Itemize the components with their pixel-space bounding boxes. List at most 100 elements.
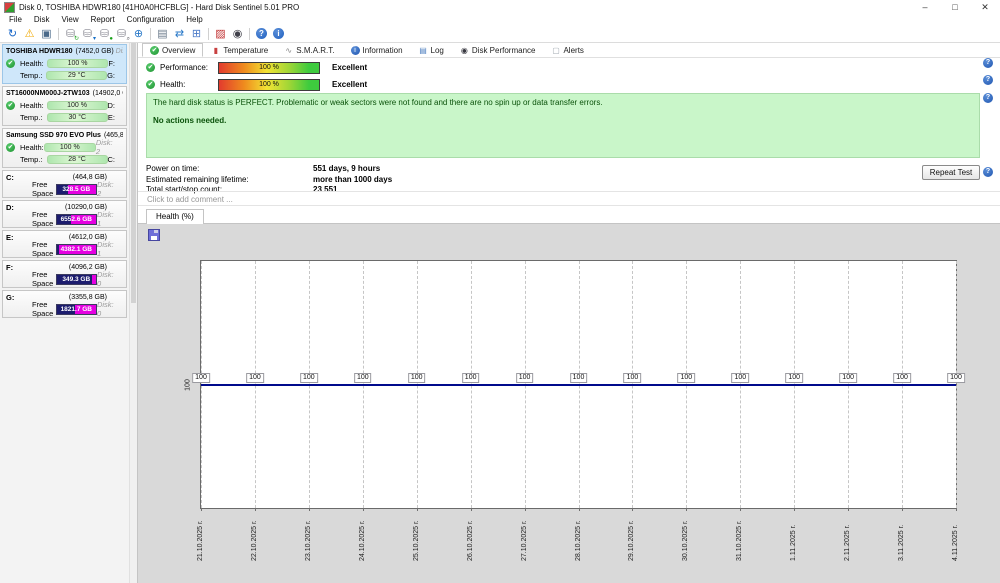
x-axis-date-label: 23.10.2025 г. [305, 513, 313, 561]
health-chart-panel: 10010021.10.2025 г.10022.10.2025 г.10023… [138, 223, 1000, 583]
save-chart-icon[interactable] [148, 229, 160, 241]
menu-item-disk[interactable]: Disk [28, 15, 56, 24]
drive-letter: G: [107, 71, 123, 80]
data-point-label: 100 [678, 373, 696, 383]
disk-test-icon[interactable]: ⛁↻ [62, 26, 79, 41]
free-space-bar: 1821.7 GB [56, 304, 97, 315]
tab-information[interactable]: i Information [343, 43, 411, 57]
tab-s-m-a-r-t-[interactable]: ∿ S.M.A.R.T. [276, 43, 342, 57]
tab-alerts[interactable]: ▢ Alerts [543, 43, 591, 57]
volume-card[interactable]: F: (4096,2 GB) Free Space 349.3 GB Disk:… [2, 260, 127, 288]
disk-sidebar: TOSHIBA HDWR180 (7452,0 GB) Disk: 0 ✔ He… [0, 43, 138, 583]
volume-letter: C: [6, 173, 14, 182]
metric-gradient-bar: 100 % [218, 62, 320, 74]
x-axis-tick [309, 508, 310, 511]
disk-card[interactable]: ST16000NM000J-2TW103 (14902,0 GB) Dis ✔ … [2, 86, 127, 126]
help-icon[interactable]: ? [983, 75, 993, 85]
data-point-label: 100 [839, 373, 857, 383]
temp-label: Temp.: [20, 155, 47, 164]
performance-graph-icon[interactable]: ▨ [212, 26, 229, 41]
x-axis-tick [740, 508, 741, 511]
network-icon[interactable]: ⊞ [188, 26, 205, 41]
x-axis-tick [255, 508, 256, 511]
monitor-icon[interactable]: ▣ [38, 26, 55, 41]
menu-item-report[interactable]: Report [85, 15, 121, 24]
maximize-button[interactable]: □ [940, 0, 970, 14]
disk-surface-icon[interactable]: ⛁▾ [79, 26, 96, 41]
menu-item-help[interactable]: Help [180, 15, 208, 24]
health-bar: 100 % [47, 101, 108, 110]
actions-text: No actions needed. [153, 116, 973, 125]
volume-card[interactable]: D: (10290,0 GB) Free Space 6552.6 GB Dis… [2, 200, 127, 228]
disk-ok-icon[interactable]: ⛁● [96, 26, 113, 41]
volume-disk-number: Disk: 2 [97, 180, 123, 198]
volume-disk-number: Disk: 1 [97, 240, 123, 258]
temp-bar: 30 °C [47, 113, 108, 122]
free-space-value: 4382.1 GB [57, 245, 96, 254]
menu-item-file[interactable]: File [3, 15, 28, 24]
x-axis-date-label: 25.10.2025 г. [413, 513, 421, 561]
comment-field[interactable]: Click to add comment ... [138, 191, 1000, 206]
minimize-button[interactable]: – [910, 0, 940, 14]
menu-item-view[interactable]: View [55, 15, 84, 24]
menu-item-configuration[interactable]: Configuration [121, 15, 181, 24]
disk-card[interactable]: TOSHIBA HDWR180 (7452,0 GB) Disk: 0 ✔ He… [2, 44, 127, 84]
free-space-label: Free Space [32, 180, 56, 198]
disk-search-icon[interactable]: ⛁⌕ [113, 26, 130, 41]
drive-letter: D: [108, 101, 124, 110]
volume-letter: G: [6, 293, 14, 302]
tab-health-chart[interactable]: Health (%) [146, 209, 204, 224]
sidebar-scrollbar[interactable] [129, 43, 137, 583]
volume-card[interactable]: C: (464,8 GB) Free Space 328.5 GB Disk: … [2, 170, 127, 198]
stat-value: more than 1000 days [313, 175, 392, 186]
free-space-label: Free Space [32, 240, 56, 258]
disk-status-box: The hard disk status is PERFECT. Problem… [146, 93, 980, 158]
free-space-label: Free Space [32, 270, 56, 288]
main-panel: ✔ Overview ▮ Temperature ∿ S.M.A.R.T. i … [138, 43, 1000, 583]
globe-icon[interactable]: ⊕ [130, 26, 147, 41]
info-icon[interactable]: i [273, 28, 284, 39]
health-bar: 100 % [47, 59, 109, 68]
help-icon[interactable]: ? [983, 167, 993, 177]
free-space-value: 1821.7 GB [57, 305, 96, 314]
disk-platter-icon[interactable]: ◉ [229, 26, 246, 41]
refresh-icon[interactable]: ↻ [4, 26, 21, 41]
sync-icon[interactable]: ⇄ [171, 26, 188, 41]
warning-icon[interactable]: ⚠ [21, 26, 38, 41]
tab-icon: i [351, 46, 360, 55]
metric-value: 100 % [219, 80, 319, 90]
tab-disk-performance[interactable]: ◉ Disk Performance [452, 43, 544, 57]
close-button[interactable]: ✕ [970, 0, 1000, 14]
data-point-label: 100 [947, 373, 965, 383]
metric-gradient-bar: 100 % [218, 79, 320, 91]
report-icon[interactable]: ▤ [154, 26, 171, 41]
volume-card[interactable]: E: (4612,0 GB) Free Space 4382.1 GB Disk… [2, 230, 127, 258]
x-axis-tick [471, 508, 472, 511]
toolbar-separator [58, 28, 59, 40]
tab-overview[interactable]: ✔ Overview [142, 43, 203, 57]
help-icon[interactable]: ? [256, 28, 267, 39]
volume-card[interactable]: G: (3355,8 GB) Free Space 1821.7 GB Disk… [2, 290, 127, 318]
tab-log[interactable]: ▤ Log [411, 43, 452, 57]
disk-number: Disk: 0 [114, 48, 123, 55]
volume-letter: F: [6, 263, 13, 272]
data-point-label: 100 [300, 373, 318, 383]
help-icon[interactable]: ? [983, 58, 993, 68]
drive-letter: E: [108, 113, 123, 122]
menu-bar: File Disk View Report Configuration Help [0, 14, 1000, 25]
x-axis-date-label: 2.11.2025 г. [844, 513, 852, 561]
tab-label: Overview [162, 46, 195, 55]
x-axis-tick [579, 508, 580, 511]
health-ok-icon: ✔ [6, 143, 15, 152]
disk-card[interactable]: Samsung SSD 970 EVO Plus (465,8 GB) ✔ He… [2, 128, 127, 168]
x-axis-tick [525, 508, 526, 511]
tab-strip: ✔ Overview ▮ Temperature ∿ S.M.A.R.T. i … [138, 43, 1000, 58]
help-icon[interactable]: ? [983, 93, 993, 103]
x-axis-date-label: 31.10.2025 г. [736, 513, 744, 561]
x-axis-date-label: 21.10.2025 г. [197, 513, 205, 561]
repeat-test-button[interactable]: Repeat Test [922, 165, 980, 180]
stat-label: Power on time: [146, 164, 313, 175]
x-axis-tick [794, 508, 795, 511]
status-text: The hard disk status is PERFECT. Problem… [153, 98, 973, 107]
tab-temperature[interactable]: ▮ Temperature [203, 43, 276, 57]
